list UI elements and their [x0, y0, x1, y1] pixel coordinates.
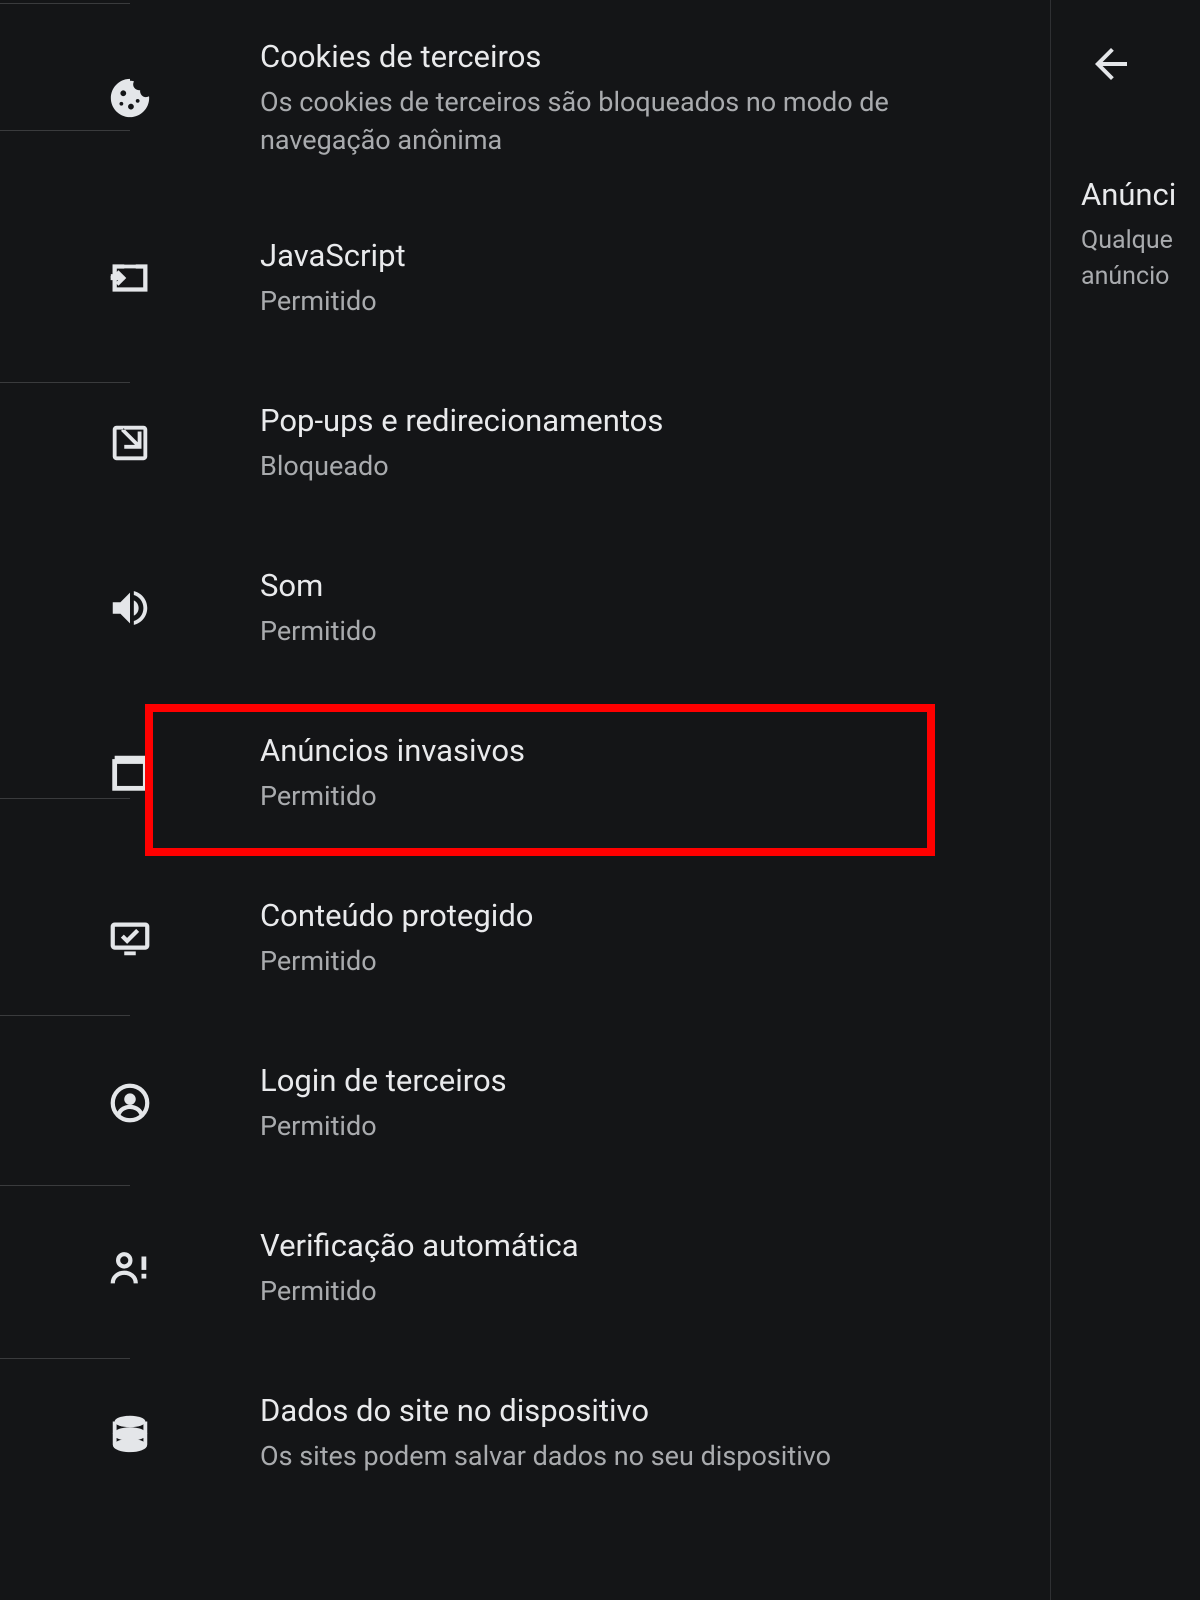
protected-content-icon	[107, 915, 153, 961]
setting-title: Dados do site no dispositivo	[260, 1390, 1020, 1432]
settings-panel: Cookies de terceiros Os cookies de terce…	[0, 0, 1050, 1600]
site-data-icon	[107, 1410, 153, 1456]
setting-title: JavaScript	[260, 235, 1020, 277]
icon-wrap	[0, 750, 260, 796]
setting-text: Dados do site no dispositivo Os sites po…	[260, 1390, 1050, 1476]
settings-list: Cookies de terceiros Os cookies de terce…	[0, 0, 1050, 1515]
setting-subtitle: Os sites podem salvar dados no seu dispo…	[260, 1438, 1020, 1476]
setting-title: Login de terceiros	[260, 1060, 1020, 1102]
setting-title: Anúncios invasivos	[260, 730, 1020, 772]
divider	[0, 382, 130, 383]
setting-protected-content[interactable]: Conteúdo protegido Permitido	[0, 855, 1050, 1020]
setting-title: Verificação automática	[260, 1225, 1020, 1267]
third-party-login-icon	[107, 1080, 153, 1126]
icon-wrap	[0, 420, 260, 466]
setting-intrusive-ads[interactable]: Anúncios invasivos Permitido	[0, 690, 1050, 855]
setting-cookies[interactable]: Cookies de terceiros Os cookies de terce…	[0, 0, 1050, 195]
icon-wrap	[0, 1245, 260, 1291]
divider	[0, 1358, 130, 1359]
setting-subtitle: Permitido	[260, 283, 1020, 321]
cookie-icon	[107, 75, 153, 121]
setting-site-data[interactable]: Dados do site no dispositivo Os sites po…	[0, 1350, 1050, 1515]
setting-third-party-login[interactable]: Login de terceiros Permitido	[0, 1020, 1050, 1185]
auto-verify-icon	[107, 1245, 153, 1291]
divider	[0, 3, 130, 4]
icon-wrap	[0, 585, 260, 631]
icon-wrap	[0, 1410, 260, 1456]
sound-icon	[107, 585, 153, 631]
icon-wrap	[0, 75, 260, 121]
setting-subtitle: Permitido	[260, 943, 1020, 981]
setting-text: JavaScript Permitido	[260, 235, 1050, 321]
ads-icon	[107, 750, 153, 796]
setting-text: Cookies de terceiros Os cookies de terce…	[260, 36, 1050, 159]
setting-javascript[interactable]: JavaScript Permitido	[0, 195, 1050, 360]
setting-text: Pop-ups e redirecionamentos Bloqueado	[260, 400, 1050, 486]
setting-subtitle: Permitido	[260, 778, 1020, 816]
back-arrow-icon[interactable]	[1087, 40, 1135, 88]
setting-text: Conteúdo protegido Permitido	[260, 895, 1050, 981]
divider	[0, 798, 130, 799]
setting-title: Conteúdo protegido	[260, 895, 1020, 937]
detail-title: Anúnci	[1081, 176, 1200, 213]
detail-panel: Anúnci Qualque anúncio	[1050, 0, 1200, 1600]
setting-subtitle: Permitido	[260, 613, 1020, 651]
setting-text: Login de terceiros Permitido	[260, 1060, 1050, 1146]
popup-icon	[107, 420, 153, 466]
icon-wrap	[0, 255, 260, 301]
setting-title: Cookies de terceiros	[260, 36, 1020, 78]
setting-title: Pop-ups e redirecionamentos	[260, 400, 1020, 442]
setting-subtitle: Permitido	[260, 1108, 1020, 1146]
detail-subtitle-line: anúncio	[1081, 259, 1200, 295]
setting-auto-verify[interactable]: Verificação automática Permitido	[0, 1185, 1050, 1350]
setting-subtitle: Bloqueado	[260, 448, 1020, 486]
setting-subtitle: Os cookies de terceiros são bloqueados n…	[260, 84, 1020, 160]
setting-text: Verificação automática Permitido	[260, 1225, 1050, 1311]
setting-title: Som	[260, 565, 1020, 607]
divider	[0, 1185, 130, 1186]
icon-wrap	[0, 1080, 260, 1126]
setting-sound[interactable]: Som Permitido	[0, 525, 1050, 690]
javascript-icon	[107, 255, 153, 301]
setting-popups[interactable]: Pop-ups e redirecionamentos Bloqueado	[0, 360, 1050, 525]
divider	[0, 1015, 130, 1016]
detail-subtitle-line: Qualque	[1081, 223, 1200, 259]
icon-wrap	[0, 915, 260, 961]
setting-text: Anúncios invasivos Permitido	[260, 730, 1050, 816]
setting-text: Som Permitido	[260, 565, 1050, 651]
setting-subtitle: Permitido	[260, 1273, 1020, 1311]
divider	[0, 130, 130, 131]
